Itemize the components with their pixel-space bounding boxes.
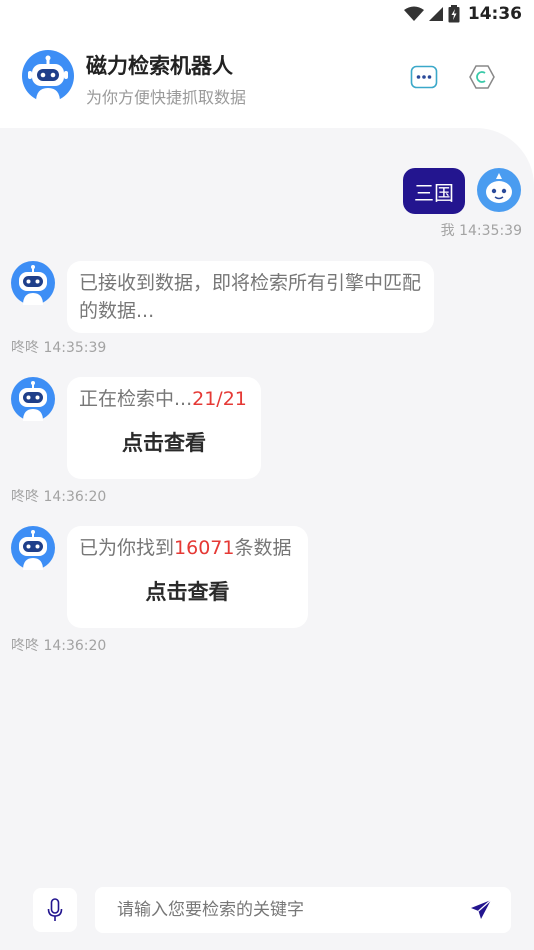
- send-button[interactable]: [468, 897, 494, 923]
- page-subtitle: 为你方便快捷抓取数据: [86, 88, 247, 107]
- user-avatar-icon: [477, 168, 521, 212]
- view-results-button[interactable]: 点击查看: [79, 429, 249, 457]
- status-time: 14:36: [467, 4, 522, 24]
- user-message-meta: 我 14:35:39: [440, 223, 522, 239]
- bot-message-meta: 咚咚 14:36:20: [11, 489, 107, 505]
- progress-count: 21/21: [192, 388, 247, 410]
- voice-input-button[interactable]: [33, 888, 77, 932]
- bot-result-bubble: 已为你找到16071条数据 点击查看: [67, 526, 308, 628]
- result-text-prefix: 已为你找到: [79, 537, 175, 559]
- bot-message-meta: 咚咚 14:35:39: [11, 340, 107, 356]
- battery-icon: [448, 5, 460, 23]
- search-input[interactable]: [95, 887, 511, 933]
- result-count: 16071: [174, 537, 235, 559]
- hexagon-icon: [469, 65, 495, 89]
- bot-message-meta: 咚咚 14:36:20: [11, 638, 107, 654]
- settings-button[interactable]: [467, 62, 497, 92]
- microphone-icon: [47, 898, 63, 921]
- wifi-icon: [403, 6, 424, 21]
- send-icon: [471, 899, 492, 919]
- bot-avatar-icon: [11, 526, 55, 570]
- more-button[interactable]: [409, 62, 439, 92]
- chat-area[interactable]: 三国 我 14:35:39 已接收到数据，即将检索所有引擎中匹配的数据... 咚…: [0, 128, 534, 950]
- bot-avatar-icon: [11, 261, 55, 305]
- view-results-button[interactable]: 点击查看: [79, 578, 296, 606]
- status-bar: 14:36: [0, 0, 534, 28]
- result-text-suffix: 条数据: [234, 537, 292, 559]
- page-title: 磁力检索机器人: [86, 54, 233, 78]
- robot-avatar-icon: [22, 50, 74, 102]
- user-message-bubble: 三国: [403, 168, 465, 214]
- bot-avatar-icon: [11, 377, 55, 421]
- chat-header: 磁力检索机器人 为你方便快捷抓取数据: [0, 28, 534, 130]
- cell-signal-icon: [428, 7, 443, 21]
- more-dots-icon: [410, 65, 438, 89]
- bot-progress-bubble: 正在检索中...21/21 点击查看: [67, 377, 261, 479]
- bot-message-text: 已接收到数据，即将检索所有引擎中匹配的数据...: [79, 272, 422, 322]
- bot-message-bubble: 已接收到数据，即将检索所有引擎中匹配的数据...: [67, 261, 434, 333]
- progress-text: 正在检索中...: [79, 388, 193, 410]
